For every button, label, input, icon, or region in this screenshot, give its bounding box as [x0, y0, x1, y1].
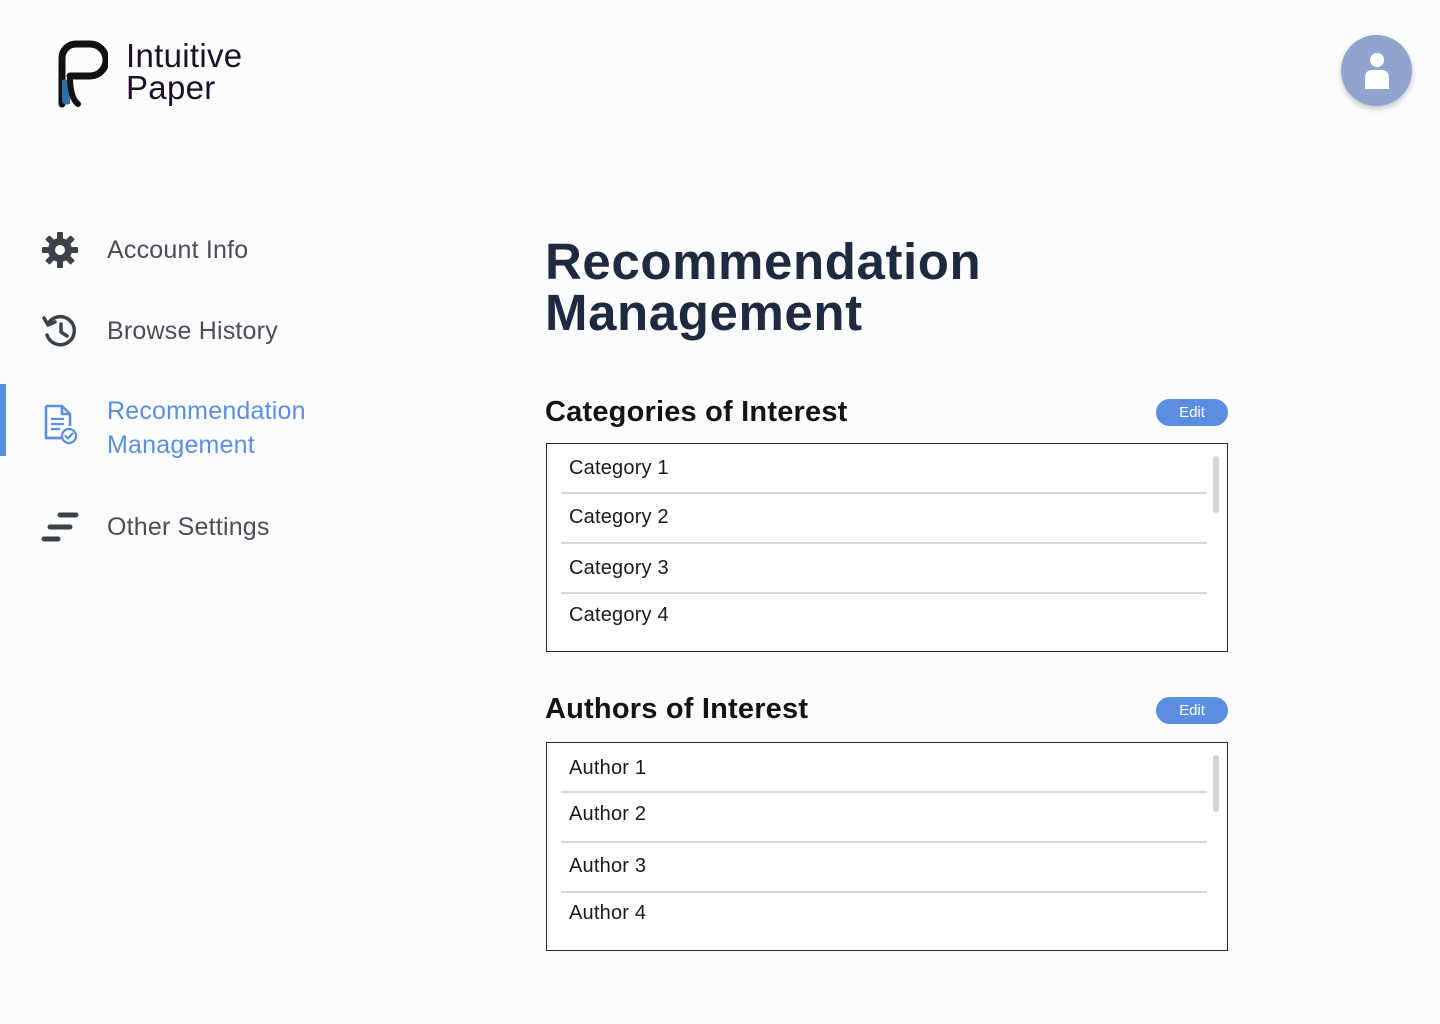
page-title-line2: Management [545, 284, 863, 341]
authors-list[interactable]: Author 1 Author 2 Author 3 Author 4 [546, 742, 1228, 951]
categories-section-title: Categories of Interest [545, 396, 848, 428]
list-item[interactable]: Category 3 [561, 544, 1207, 594]
brand-logo[interactable]: Intuitive Paper [56, 37, 243, 108]
list-item-label: Category 4 [569, 604, 669, 626]
settings-lines-icon [38, 505, 82, 549]
brand-name-line2: Paper [126, 69, 216, 106]
history-icon [38, 309, 82, 353]
sidebar-item-label: Browse History [107, 317, 278, 345]
document-check-icon [38, 402, 82, 446]
gear-icon [38, 228, 82, 272]
user-avatar-icon [1364, 52, 1389, 89]
sidebar-item-label-line2: Management [107, 431, 255, 459]
list-item-label: Author 2 [569, 803, 647, 825]
user-avatar-button[interactable] [1341, 35, 1412, 106]
sidebar-item-label: Other Settings [107, 513, 270, 541]
page-title-line1: Recommendation [545, 233, 982, 290]
page-title: Recommendation Management [545, 236, 981, 338]
sidebar-item-label: Account Info [107, 236, 249, 264]
categories-scrollbar[interactable] [1213, 456, 1219, 513]
list-item-label: Author 4 [569, 902, 647, 924]
active-indicator [0, 384, 6, 456]
list-item[interactable]: Category 1 [561, 444, 1207, 494]
page: Intuitive Paper Account Info Browse Hist… [0, 0, 1440, 1024]
list-item[interactable]: Category 2 [561, 494, 1207, 544]
list-item[interactable]: Author 3 [561, 843, 1207, 893]
list-item[interactable]: Category 4 [561, 594, 1207, 644]
categories-list[interactable]: Category 1 Category 2 Category 3 Categor… [546, 443, 1228, 652]
list-item[interactable]: Author 1 [561, 743, 1207, 793]
list-item-label: Author 1 [569, 757, 647, 779]
list-item-label: Author 3 [569, 855, 647, 877]
list-item-label: Category 3 [569, 557, 669, 579]
authors-section-title: Authors of Interest [545, 693, 809, 725]
list-item-label: Category 1 [569, 457, 669, 479]
edit-categories-button[interactable]: Edit [1156, 399, 1228, 426]
list-item[interactable]: Author 2 [561, 793, 1207, 843]
paper-logo-icon [58, 40, 108, 108]
brand-name-line1: Intuitive [126, 37, 243, 74]
list-item[interactable]: Author 4 [561, 893, 1207, 943]
edit-authors-button[interactable]: Edit [1156, 697, 1228, 724]
sidebar-item-label-line1: Recommendation [107, 397, 306, 425]
brand-name: Intuitive Paper [126, 37, 243, 106]
list-item-label: Category 2 [569, 506, 669, 528]
authors-scrollbar[interactable] [1213, 755, 1219, 812]
